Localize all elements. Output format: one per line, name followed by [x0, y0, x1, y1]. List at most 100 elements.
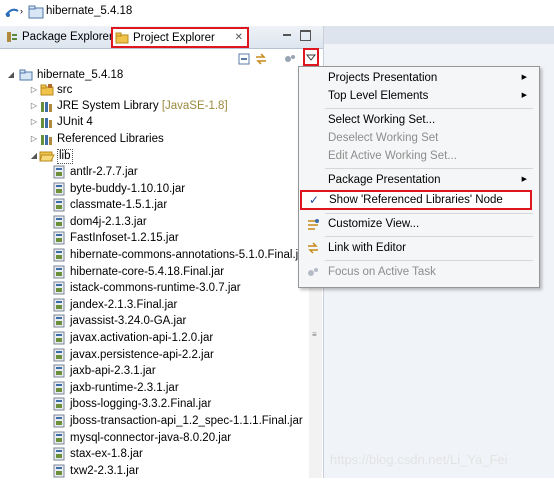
library-icon: [40, 132, 54, 146]
menu-label: Link with Editor: [328, 242, 406, 254]
menu-separator: [325, 168, 533, 169]
explorer-icon[interactable]: [4, 5, 20, 22]
tree-label: Referenced Libraries: [57, 133, 164, 145]
collapsed-arrow-icon[interactable]: ▷: [29, 131, 39, 147]
submenu-arrow-icon: ▶: [521, 176, 527, 183]
collapsed-arrow-icon[interactable]: ▷: [29, 82, 39, 98]
tab-project-explorer[interactable]: Project Explorer ✕: [111, 27, 249, 48]
view-tab-row: Package Explorer Project Explorer ✕: [0, 26, 323, 49]
jar-icon: [52, 298, 66, 312]
project-tree: ◢ hibernate_5.4.18 ▷ src ▷ JRE System Li…: [0, 67, 323, 478]
tree-label: istack-commons-runtime-3.0.7.jar: [70, 282, 241, 294]
jar-icon: [52, 265, 66, 279]
expanded-arrow-icon[interactable]: ◢: [29, 148, 39, 164]
focus-task-icon[interactable]: [282, 51, 298, 67]
breadcrumb-bar: › hibernate_5.4.18: [0, 0, 554, 24]
tree-label: src: [57, 84, 73, 96]
tree-label: mysql-connector-java-8.0.20.jar: [70, 432, 232, 444]
tree-label: dom4j-2.1.3.jar: [70, 216, 147, 228]
link-editor-icon[interactable]: [253, 51, 269, 67]
menu-separator: [325, 236, 533, 237]
library-icon: [40, 115, 54, 129]
maximize-icon[interactable]: [300, 30, 311, 41]
menu-item-link-with-editor[interactable]: Link with Editor: [299, 238, 537, 258]
menu-label: Select Working Set...: [328, 114, 436, 126]
folder-open-icon: [39, 149, 55, 163]
menu-label: Deselect Working Set: [328, 132, 439, 144]
menu-label: Package Presentation: [328, 174, 441, 186]
library-icon: [40, 99, 54, 113]
tree-label: stax-ex-1.8.jar: [70, 448, 143, 460]
menu-label: Customize View...: [328, 218, 420, 230]
jar-icon: [52, 231, 66, 245]
menu-label: Top Level Elements: [328, 90, 429, 102]
tree-label: jaxb-api-2.3.1.jar: [70, 365, 156, 377]
tree-label: jandex-2.1.3.Final.jar: [70, 299, 178, 311]
tree-label: jaxb-runtime-2.3.1.jar: [70, 382, 179, 394]
menu-label: Focus on Active Task: [328, 266, 436, 278]
view-menu-button[interactable]: [303, 48, 319, 66]
jar-icon: [52, 364, 66, 378]
submenu-arrow-icon: ▶: [521, 92, 527, 99]
source-folder-icon: [40, 83, 54, 97]
menu-item-projects-presentation[interactable]: Projects Presentation ▶: [299, 68, 537, 88]
menu-separator: [325, 260, 533, 261]
tree-label: jboss-logging-3.3.2.Final.jar: [70, 398, 212, 410]
package-explorer-icon: [6, 31, 18, 49]
collapse-all-icon[interactable]: [236, 51, 252, 67]
tree-label: JUnit 4: [57, 116, 93, 128]
project-explorer-icon: [115, 32, 129, 50]
menu-item-select-working-set[interactable]: Select Working Set...: [299, 110, 537, 130]
menu-label: Show 'Referenced Libraries' Node: [329, 194, 503, 206]
jar-icon: [52, 464, 66, 478]
tree-label: JRE System Library: [57, 100, 159, 112]
link-editor-icon: [306, 241, 320, 255]
minimize-icon[interactable]: [282, 30, 292, 40]
jar-icon: [52, 431, 66, 445]
menu-item-deselect-working-set[interactable]: Deselect Working Set: [299, 128, 537, 148]
jar-icon: [52, 314, 66, 328]
tab-package-explorer[interactable]: Package Explorer: [4, 28, 113, 46]
jar-icon: [52, 198, 66, 212]
checkmark-icon: ✓: [309, 193, 320, 207]
menu-label: Edit Active Working Set...: [328, 150, 457, 162]
tree-label: hibernate_5.4.18: [37, 69, 124, 81]
tree-label: FastInfoset-1.2.15.jar: [70, 232, 179, 244]
tab-label: Package Explorer: [22, 31, 113, 43]
tab-label: Project Explorer: [133, 32, 215, 44]
jar-icon: [52, 447, 66, 461]
tree-label: hibernate-commons-annotations-5.1.0.Fina…: [70, 249, 309, 261]
jar-icon: [52, 331, 66, 345]
jar-icon: [52, 248, 66, 262]
jar-icon: [52, 381, 66, 395]
tree-label: byte-buddy-1.10.10.jar: [70, 183, 186, 195]
menu-item-show-referenced-libraries[interactable]: ✓ Show 'Referenced Libraries' Node: [300, 190, 532, 210]
scroll-grip-icon[interactable]: ≡: [312, 330, 317, 339]
chevron-right-icon: ›: [20, 6, 23, 16]
menu-item-package-presentation[interactable]: Package Presentation ▶: [299, 170, 537, 190]
menu-item-focus-active-task[interactable]: Focus on Active Task: [299, 262, 537, 282]
menu-separator: [325, 108, 533, 109]
tree-label: lib: [57, 149, 73, 164]
collapsed-arrow-icon[interactable]: ▷: [29, 98, 39, 114]
watermark: https://blog.csdn.net/Li_Ya_Fei: [330, 452, 508, 467]
breadcrumb-project[interactable]: hibernate_5.4.18: [46, 5, 132, 17]
tree-label: hibernate-core-5.4.18.Final.jar: [70, 266, 225, 278]
menu-label: Projects Presentation: [328, 72, 438, 84]
close-icon[interactable]: ✕: [235, 29, 243, 47]
menu-item-top-level-elements[interactable]: Top Level Elements ▶: [299, 86, 537, 106]
customize-view-icon: [306, 217, 320, 231]
jar-icon: [52, 414, 66, 428]
tree-label: classmate-1.5.1.jar: [70, 199, 168, 211]
menu-item-edit-active-working-set[interactable]: Edit Active Working Set...: [299, 146, 537, 166]
menu-item-customize-view[interactable]: Customize View...: [299, 214, 537, 234]
view-menu: Projects Presentation ▶ Top Level Elemen…: [298, 66, 540, 288]
project-folder-icon: [28, 5, 44, 22]
expanded-arrow-icon[interactable]: ◢: [6, 67, 16, 83]
tree-label: antlr-2.7.7.jar: [70, 166, 138, 178]
tree-label: javax.activation-api-1.2.0.jar: [70, 332, 214, 344]
tree-label: txw2-2.3.1.jar: [70, 465, 140, 477]
jar-icon: [52, 397, 66, 411]
focus-task-icon: [306, 265, 320, 279]
collapsed-arrow-icon[interactable]: ▷: [29, 114, 39, 130]
